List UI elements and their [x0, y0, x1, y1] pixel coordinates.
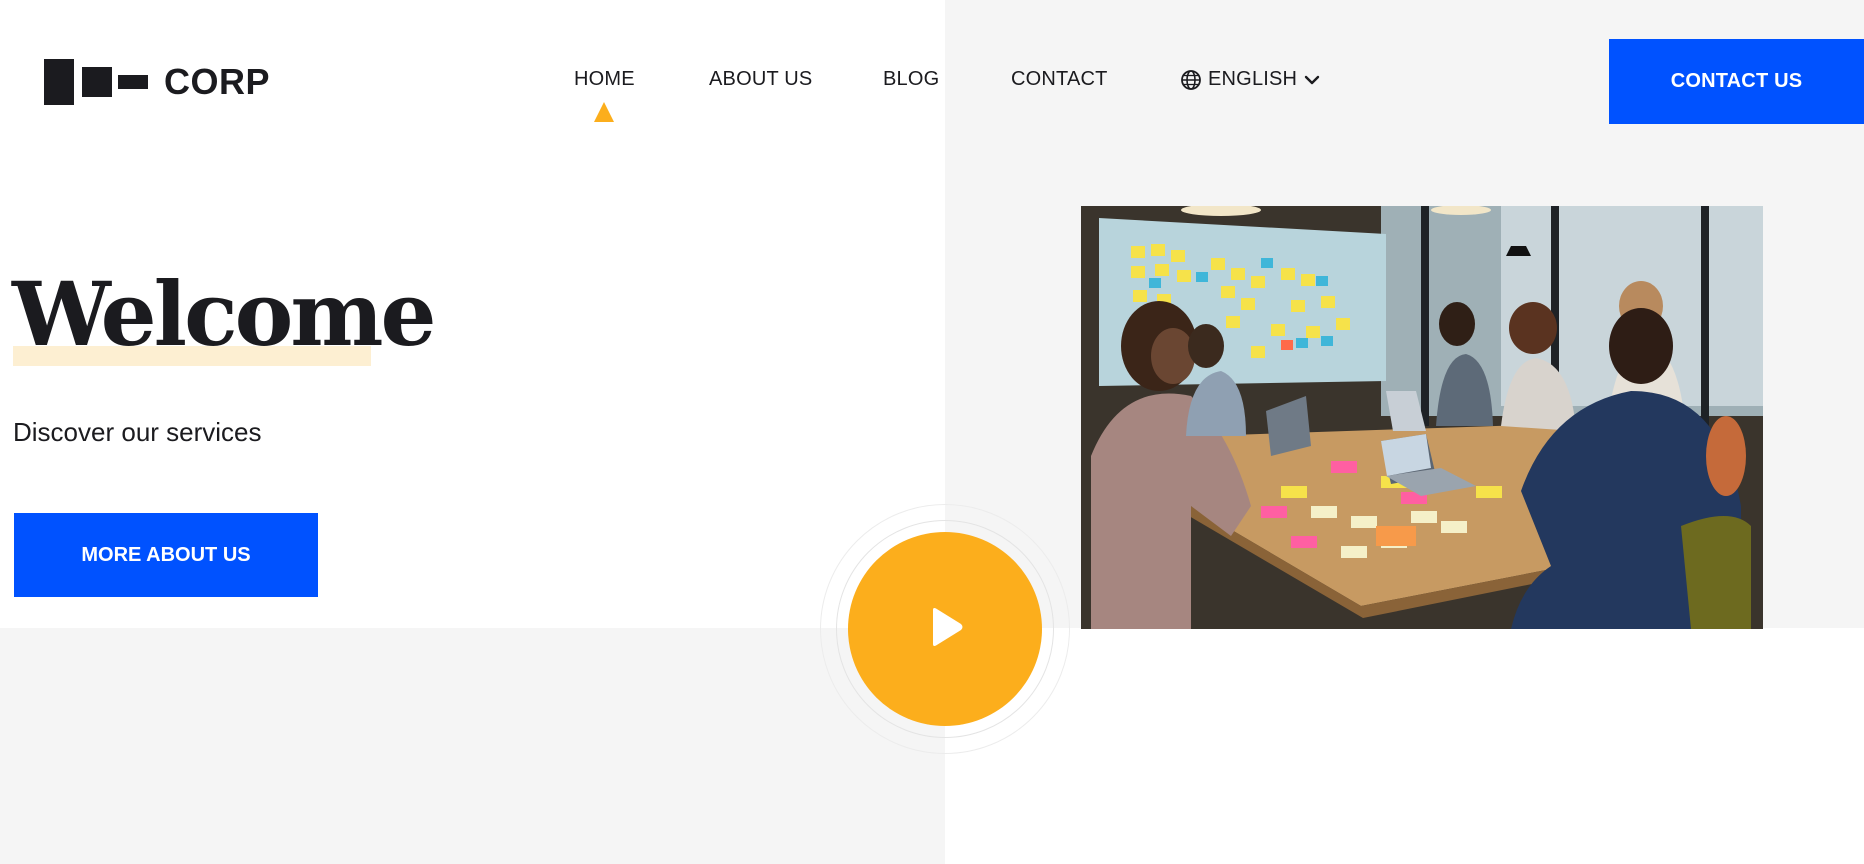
nav-item-about-us[interactable]: ABOUT US [709, 68, 812, 91]
background-panel-left [0, 628, 945, 864]
contact-us-button[interactable]: CONTACT US [1609, 39, 1864, 124]
team-meeting-photo [1081, 206, 1763, 629]
logo-block-medium [82, 67, 112, 97]
nav-item-home[interactable]: HOME [574, 68, 635, 91]
hero-title: Welcome [12, 262, 436, 366]
more-about-us-button[interactable]: MORE ABOUT US [14, 513, 318, 597]
hero-subtitle: Discover our services [13, 417, 262, 447]
play-icon [923, 605, 967, 654]
nav-item-blog[interactable]: BLOG [883, 68, 939, 91]
nav-item-contact[interactable]: CONTACT [1011, 68, 1108, 91]
active-nav-indicator [594, 102, 614, 122]
logo[interactable]: CORP [44, 58, 270, 106]
language-label: ENGLISH [1208, 68, 1298, 90]
brand-name: CORP [164, 61, 271, 102]
globe-icon [1180, 69, 1202, 91]
logo-block-small [118, 75, 148, 89]
chevron-down-icon [1303, 71, 1321, 89]
language-selector[interactable]: ENGLISH [1180, 68, 1321, 91]
logo-block-large [44, 59, 74, 105]
play-video-button[interactable] [848, 532, 1042, 726]
